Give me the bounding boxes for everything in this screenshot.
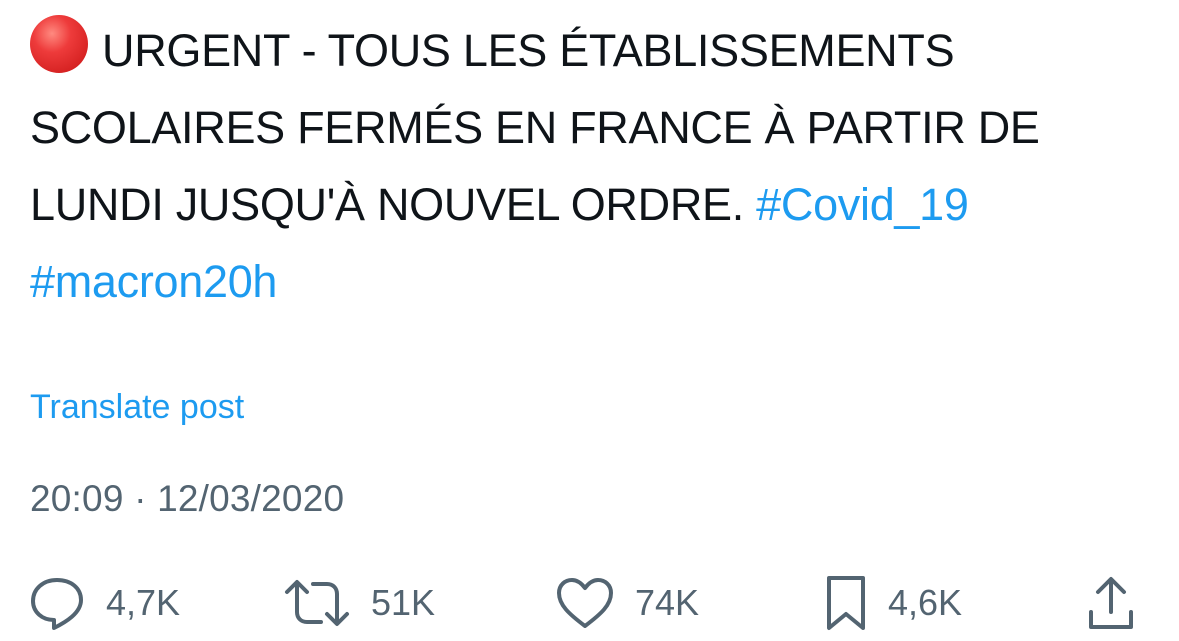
repost-count: 51K (371, 582, 436, 623)
hashtag-covid19[interactable]: #Covid_19 (756, 179, 969, 230)
like-count: 74K (635, 582, 700, 623)
post-text: URGENT - TOUS LES ÉTABLISSEMENTS SCOLAIR… (30, 12, 1150, 320)
bookmark-count: 4,6K (888, 582, 963, 623)
repost-icon (283, 578, 351, 628)
reply-button[interactable]: 4,7K (28, 572, 180, 634)
share-button[interactable] (1086, 572, 1136, 634)
red-circle-icon (30, 15, 88, 73)
heart-icon (555, 576, 615, 630)
translate-post-link[interactable]: Translate post (30, 388, 244, 427)
hashtag-macron20h[interactable]: #macron20h (30, 256, 277, 307)
reply-icon (28, 575, 86, 631)
share-icon (1086, 574, 1136, 632)
action-bar: 4,7K 51K 74K 4,6K (0, 572, 1179, 634)
repost-button[interactable]: 51K (283, 572, 435, 634)
reply-count: 4,7K (106, 582, 181, 623)
like-button[interactable]: 74K (555, 572, 699, 634)
post-timestamp[interactable]: 20:09 · 12/03/2020 (30, 478, 344, 520)
bookmark-icon (824, 574, 868, 632)
bookmark-button[interactable]: 4,6K (824, 572, 962, 634)
